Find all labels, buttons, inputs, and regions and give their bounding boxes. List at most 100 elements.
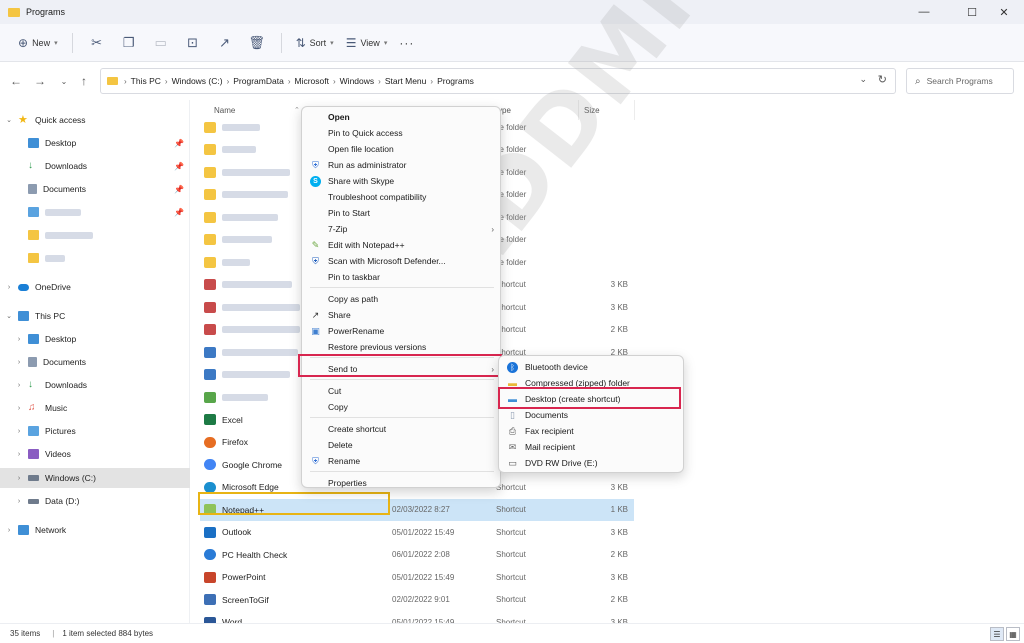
sidebar-item-quick-access[interactable]: ⌄ ★ Quick access [0, 110, 190, 130]
sidebar-item-this-pc[interactable]: ⌄ This PC [0, 306, 190, 326]
menu-item-open-file-location[interactable]: Open file location [302, 141, 502, 157]
breadcrumb-programs[interactable]: Programs [437, 76, 474, 86]
menu-item-fax-recipient[interactable]: ⎙ Fax recipient [499, 423, 685, 439]
menu-item-restore-previous-versions[interactable]: Restore previous versions [302, 339, 502, 355]
music-icon: ♫ [28, 402, 36, 413]
pin-icon[interactable]: 📌 [174, 139, 184, 148]
chrome-icon [204, 459, 216, 470]
sidebar-item-folder-blurred[interactable] [0, 248, 190, 268]
sidebar-item-windows-c[interactable]: › Windows (C:) [0, 468, 190, 488]
details-view-button[interactable]: ☰ [990, 627, 1004, 641]
menu-item-copy-as-path[interactable]: Copy as path [302, 291, 502, 307]
up-button[interactable]: ↑ [74, 72, 94, 90]
view-button[interactable]: ☰ View ▾ [340, 30, 394, 56]
sidebar-item-onedrive[interactable]: › OneDrive [0, 277, 190, 297]
file-date: 02/03/2022 8:27 [392, 505, 450, 514]
menu-item-label: Run as administrator [328, 160, 407, 170]
column-header-name[interactable]: Name [214, 106, 235, 115]
close-button[interactable]: ✕ [984, 0, 1024, 24]
table-row[interactable]: Outlook 05/01/2022 15:49 Shortcut 3 KB [200, 521, 634, 543]
sidebar-item-data-d[interactable]: › Data (D:) [0, 491, 190, 511]
menu-item-open[interactable]: Open [302, 109, 502, 125]
sort-button[interactable]: ⇅ Sort ▾ [290, 30, 340, 56]
menu-item-dvd-rw-drive-e[interactable]: ▭ DVD RW Drive (E:) [499, 455, 685, 471]
file-type: Shortcut [496, 550, 526, 559]
sidebar-item-network[interactable]: › Network [0, 520, 190, 540]
sidebar-item-pictures-blurred[interactable]: 📌 [0, 202, 190, 222]
chevron-right-icon: › [378, 76, 381, 86]
menu-item-scan-with-microsoft-defender[interactable]: ⛨ Scan with Microsoft Defender... [302, 253, 502, 269]
menu-item-delete[interactable]: Delete [302, 437, 502, 453]
share-button[interactable]: ↗ [209, 30, 241, 56]
download-icon: ↓ [28, 160, 33, 171]
new-button[interactable]: ⊕ New ▾ [12, 30, 64, 56]
document-icon [28, 357, 37, 367]
breadcrumb-windows-c[interactable]: Windows (C:) [172, 76, 223, 86]
search-box[interactable]: ⌕ Search Programs [906, 68, 1014, 94]
forward-button[interactable]: → [30, 72, 50, 90]
sidebar-item-desktop[interactable]: Desktop 📌 [0, 133, 190, 153]
sidebar-item-videos[interactable]: › Videos [0, 444, 190, 464]
menu-item-edit-with-notepad[interactable]: ✎ Edit with Notepad++ [302, 237, 502, 253]
table-row[interactable]: PowerPoint 05/01/2022 15:49 Shortcut 3 KB [200, 566, 634, 588]
desktop-shortcut-highlight-box [498, 387, 681, 409]
more-button[interactable]: ··· [393, 30, 420, 56]
minimize-button[interactable]: — [904, 0, 944, 24]
sidebar-item-pc-downloads[interactable]: › ↓ Downloads [0, 375, 190, 395]
pin-icon[interactable]: 📌 [174, 162, 184, 171]
blurred-file-name [222, 393, 268, 401]
menu-item-copy[interactable]: Copy [302, 399, 502, 415]
menu-item-troubleshoot-compatibility[interactable]: Troubleshoot compatibility [302, 189, 502, 205]
breadcrumb-microsoft[interactable]: Microsoft [295, 76, 329, 86]
pin-icon[interactable]: 📌 [174, 185, 184, 194]
address-bar[interactable]: › This PC › Windows (C:) › ProgramData ›… [100, 68, 896, 94]
table-row[interactable]: ScreenToGif 02/02/2022 9:01 Shortcut 2 KB [200, 589, 634, 611]
menu-item-cut[interactable]: Cut [302, 383, 502, 399]
breadcrumb-programdata[interactable]: ProgramData [233, 76, 284, 86]
copy-button[interactable]: ❐ [113, 30, 145, 56]
menu-item-share-with-skype[interactable]: S Share with Skype [302, 173, 502, 189]
menu-item-run-as-administrator[interactable]: ⛨ Run as administrator [302, 157, 502, 173]
menu-item-bluetooth-device[interactable]: ᛒ Bluetooth device [499, 359, 685, 375]
tiles-view-button[interactable]: ▦ [1006, 627, 1020, 641]
menu-item-mail-recipient[interactable]: ✉ Mail recipient [499, 439, 685, 455]
cut-button[interactable]: ✂ [81, 30, 113, 56]
menu-divider [310, 379, 494, 380]
app-red-icon [204, 324, 216, 335]
sidebar-item-documents[interactable]: Documents 📌 [0, 179, 190, 199]
sidebar-item-folder-blurred[interactable] [0, 225, 190, 245]
sidebar-item-pc-documents[interactable]: › Documents [0, 352, 190, 372]
menu-item-properties[interactable]: Properties [302, 475, 502, 491]
mail-icon: ✉ [508, 441, 517, 452]
sidebar-item-downloads[interactable]: ↓ Downloads 📌 [0, 156, 190, 176]
file-size: 2 KB [610, 550, 628, 559]
paste-button[interactable]: ▭ [145, 30, 177, 56]
back-button[interactable]: ← [6, 72, 26, 90]
breadcrumb-windows[interactable]: Windows [340, 76, 374, 86]
chevron-down-icon[interactable]: ⌄ [859, 74, 867, 85]
refresh-icon[interactable]: ↻ [878, 73, 887, 86]
breadcrumb-start-menu[interactable]: Start Menu [385, 76, 427, 86]
table-row[interactable]: PC Health Check 06/01/2022 2:08 Shortcut 2 … [200, 544, 634, 566]
share-icon: ↗ [311, 309, 320, 320]
menu-item-documents[interactable]: ▯ Documents [499, 407, 685, 423]
menu-item-share[interactable]: ↗ Share [302, 307, 502, 323]
sidebar-item-pc-desktop[interactable]: › Desktop [0, 329, 190, 349]
menu-item-pin-to-quick-access[interactable]: Pin to Quick access [302, 125, 502, 141]
menu-item-7-zip[interactable]: 7-Zip › [302, 221, 502, 237]
sidebar-label: Downloads [45, 380, 88, 390]
menu-item-pin-to-start[interactable]: Pin to Start [302, 205, 502, 221]
recent-button[interactable]: ⌄ [54, 72, 74, 90]
sidebar-item-pictures[interactable]: › Pictures [0, 421, 190, 441]
pin-icon[interactable]: 📌 [174, 208, 184, 217]
rename-button[interactable]: ⊡ [177, 30, 209, 56]
delete-button[interactable]: 🗑 [241, 30, 273, 56]
breadcrumb-this-pc[interactable]: This PC [131, 76, 161, 86]
menu-item-pin-to-taskbar[interactable]: Pin to taskbar [302, 269, 502, 285]
menu-item-rename[interactable]: ⛨ Rename [302, 453, 502, 469]
chevron-right-icon: › [7, 526, 11, 534]
menu-item-powerrename[interactable]: ▣ PowerRename [302, 323, 502, 339]
sidebar-item-music[interactable]: › ♫ Music [0, 398, 190, 418]
menu-item-create-shortcut[interactable]: Create shortcut [302, 421, 502, 437]
sidebar-label: Downloads [45, 161, 88, 171]
